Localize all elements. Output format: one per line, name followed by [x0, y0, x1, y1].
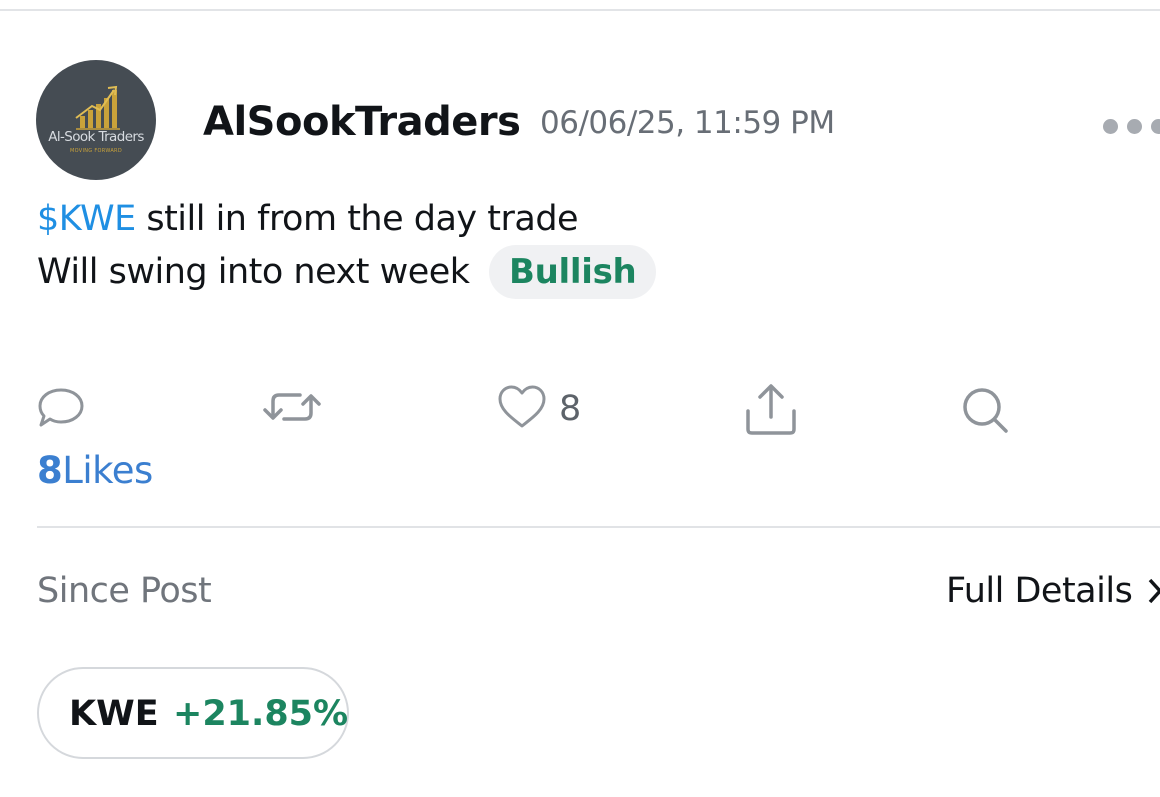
full-details-link[interactable]: Full Details [946, 568, 1133, 614]
section-divider [37, 526, 1160, 528]
since-post-label: Since Post [37, 571, 212, 611]
reshare-icon [263, 393, 321, 421]
likes-count: 8 [37, 449, 63, 492]
post-body-line-1: $KWE still in from the day trade [37, 195, 579, 243]
perf-change: +21.85% [173, 694, 349, 734]
performance-chip[interactable]: KWE +21.85% [37, 667, 349, 759]
sentiment-badge: Bullish [489, 245, 657, 299]
top-divider [0, 9, 1160, 11]
post-body-text: still in from the day trade [135, 199, 579, 239]
heart-icon [498, 385, 546, 428]
post-body-line-2: Will swing into next week [37, 252, 470, 292]
search-button[interactable] [958, 381, 1012, 437]
perf-symbol: KWE [69, 694, 159, 734]
more-options-button[interactable] [1100, 116, 1160, 138]
likes-label: Likes [62, 449, 153, 492]
comment-button[interactable] [36, 381, 88, 437]
post-timestamp: 06/06/25, 11:59 PM [540, 105, 835, 141]
share-button[interactable] [744, 381, 798, 437]
share-icon [746, 384, 796, 435]
chevron-right-icon[interactable] [1148, 577, 1160, 605]
growth-chart-logo [75, 85, 120, 130]
like-button[interactable] [496, 381, 548, 437]
avatar-brand-text: Al-Sook Traders [48, 129, 144, 145]
more-dot-icon [1127, 119, 1142, 134]
author-name[interactable]: AlSookTraders [203, 96, 521, 148]
avatar-tagline: MOVING FORWARD [70, 148, 122, 154]
search-icon [963, 388, 1008, 433]
likes-summary-link[interactable]: 8Likes [37, 447, 153, 495]
ticker-link[interactable]: $KWE [37, 199, 136, 239]
reshare-button[interactable] [262, 381, 322, 437]
more-dot-icon [1151, 119, 1160, 134]
avatar[interactable]: Al-Sook Traders MOVING FORWARD [36, 60, 156, 180]
comment-icon [38, 388, 84, 427]
more-dot-icon [1103, 119, 1118, 134]
like-count: 8 [559, 389, 582, 429]
